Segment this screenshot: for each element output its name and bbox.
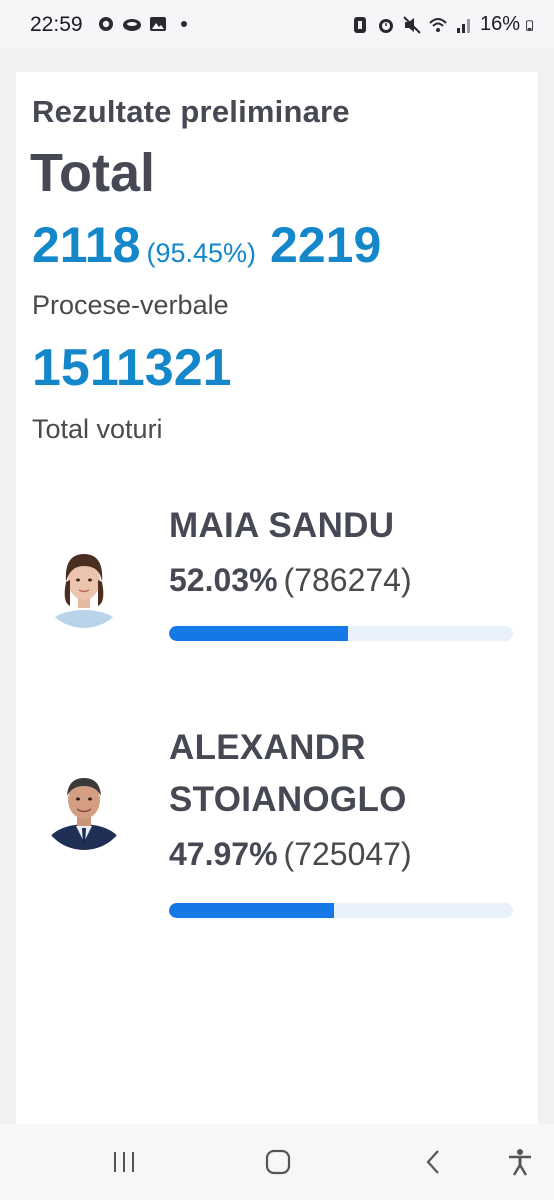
candidate-card: MAIA SANDU 52.03% (786274) (16, 500, 538, 650)
candidate-progress-fill (169, 626, 348, 641)
total-votes-label: Total voturi (32, 414, 163, 444)
candidate-photo (40, 540, 128, 628)
candidate-progress-track (169, 903, 513, 918)
page-subtitle: Rezultate preliminare (32, 94, 350, 129)
candidate-progress-track (169, 626, 513, 641)
total-votes-count: 1511321 (32, 339, 232, 397)
candidate-result: 47.97% (725047) (169, 836, 412, 873)
total-protocols-count: 2219 (270, 217, 382, 273)
home-icon[interactable] (262, 1146, 294, 1178)
signal-icon (456, 18, 470, 33)
battery-percent: 16% (479, 13, 520, 35)
candidate-name: ALEXANDR STOIANOGLO (169, 728, 407, 819)
status-right-icons: 16% (350, 13, 538, 36)
status-bar: 22:59 16% (0, 0, 554, 48)
gallery-icon (150, 17, 166, 31)
accessibility-icon[interactable] (504, 1146, 536, 1178)
status-left-icons (96, 14, 194, 34)
alarm-icon (378, 18, 393, 33)
candidate-card: ALEXANDR STOIANOGLO 47.97% (725047) (16, 722, 538, 922)
cloud-icon (123, 19, 141, 31)
results-card: Rezultate preliminare Total 2118 (95.45%… (16, 72, 538, 1124)
candidate-name: MAIA SANDU (169, 506, 395, 545)
navigation-bar (0, 1124, 554, 1200)
candidate-photo (40, 762, 128, 850)
candidate-votes: (786274) (283, 562, 412, 598)
wifi-icon (429, 17, 447, 32)
candidate-progress-fill (169, 903, 335, 918)
dot-icon (181, 21, 187, 27)
candidate-percent: 52.03% (169, 562, 278, 598)
protocols-counts: 2118 (95.45%) 2219 (32, 216, 381, 274)
page-title: Total (30, 143, 155, 203)
processed-count: 2118 (32, 217, 141, 273)
status-time: 22:59 (30, 13, 83, 36)
candidate-result: 52.03% (786274) (169, 562, 412, 599)
processed-percent: (95.45%) (146, 238, 257, 268)
mute-icon (403, 15, 421, 34)
recents-icon[interactable] (108, 1146, 140, 1178)
candidate-percent: 47.97% (169, 836, 278, 872)
back-icon[interactable] (418, 1146, 450, 1178)
candidate-votes: (725047) (283, 836, 412, 872)
nfc-icon (353, 16, 366, 33)
battery-icon (526, 19, 534, 31)
weather-icon (99, 17, 113, 31)
protocols-label: Procese-verbale (32, 290, 229, 320)
